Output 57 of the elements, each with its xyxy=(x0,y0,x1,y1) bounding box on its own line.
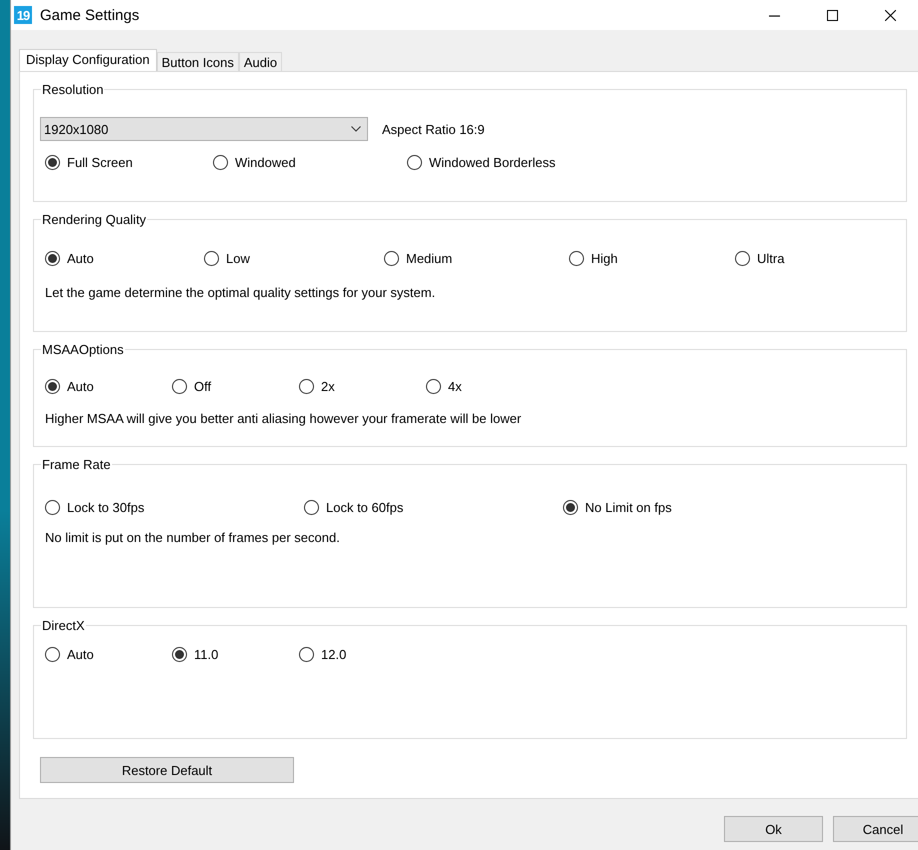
radio-label[interactable]: Windowed xyxy=(235,155,296,170)
radio-button[interactable] xyxy=(299,379,314,394)
chevron-down-icon xyxy=(351,126,361,132)
radio-label[interactable]: Low xyxy=(226,251,250,266)
window-title: Game Settings xyxy=(40,6,140,24)
restore-default-button[interactable]: Restore Default xyxy=(40,757,294,783)
radio-label[interactable]: Auto xyxy=(67,647,94,662)
group-title: Rendering Quality xyxy=(41,212,148,227)
radio-label[interactable]: 2x xyxy=(321,379,335,394)
aspect-ratio-label: Aspect Ratio 16:9 xyxy=(382,122,485,136)
close-icon[interactable] xyxy=(885,10,896,20)
radio-label[interactable]: 12.0 xyxy=(321,647,346,662)
radio-button[interactable] xyxy=(45,647,60,662)
group-title: Resolution xyxy=(41,82,104,97)
radio-button[interactable] xyxy=(304,500,319,515)
radio-label[interactable]: 11.0 xyxy=(194,647,218,662)
radio-button[interactable] xyxy=(45,251,60,266)
radio-label[interactable]: Medium xyxy=(406,251,452,266)
radio-label[interactable]: High xyxy=(591,251,618,266)
description-text: No limit is put on the number of frames per second. xyxy=(45,530,341,545)
radio-label[interactable]: Ultra xyxy=(757,251,784,266)
ok-button[interactable]: Ok xyxy=(724,816,823,842)
tab[interactable]: Button Icons xyxy=(156,52,239,71)
radio-label[interactable]: Auto xyxy=(67,379,94,394)
group-title: Frame Rate xyxy=(41,457,112,472)
radio-button[interactable] xyxy=(735,251,750,266)
radio-button[interactable] xyxy=(45,155,60,170)
tab[interactable]: Audio xyxy=(238,52,282,71)
app-icon: 19 xyxy=(14,6,32,24)
radio-button[interactable] xyxy=(384,251,399,266)
radio-button[interactable] xyxy=(172,647,187,662)
description-text: Let the game determine the optimal quality settings for your system. xyxy=(45,285,436,300)
radio-button[interactable] xyxy=(407,155,422,170)
radio-button[interactable] xyxy=(299,647,314,662)
radio-label[interactable]: Lock to 60fps xyxy=(326,500,404,515)
cancel-button[interactable]: Cancel xyxy=(833,816,918,842)
maximize-icon[interactable] xyxy=(827,10,838,20)
radio-button[interactable] xyxy=(45,500,60,515)
radio-label[interactable]: Windowed Borderless xyxy=(429,155,556,170)
description-text: Higher MSAA will give you better anti aliasing however your framerate will be lower xyxy=(45,411,522,426)
radio-button[interactable] xyxy=(204,251,219,266)
radio-button[interactable] xyxy=(426,379,441,394)
radio-label[interactable]: Lock to 30fps xyxy=(67,500,144,515)
group-title: MSAAOptions xyxy=(41,342,125,357)
group-title: DirectX xyxy=(41,618,86,633)
radio-label[interactable]: Full Screen xyxy=(67,155,133,170)
radio-label[interactable]: Auto xyxy=(67,251,94,266)
radio-label[interactable]: 4x xyxy=(448,379,462,394)
radio-button[interactable] xyxy=(213,155,228,170)
resolution-dropdown[interactable]: 1920x1080 xyxy=(40,117,368,141)
tab[interactable]: Display Configuration xyxy=(19,49,157,71)
radio-button[interactable] xyxy=(172,379,187,394)
radio-button[interactable] xyxy=(563,500,578,515)
radio-button[interactable] xyxy=(569,251,584,266)
radio-label[interactable]: No Limit on fps xyxy=(585,500,672,515)
radio-button[interactable] xyxy=(45,379,60,394)
radio-label[interactable]: Off xyxy=(194,379,212,394)
